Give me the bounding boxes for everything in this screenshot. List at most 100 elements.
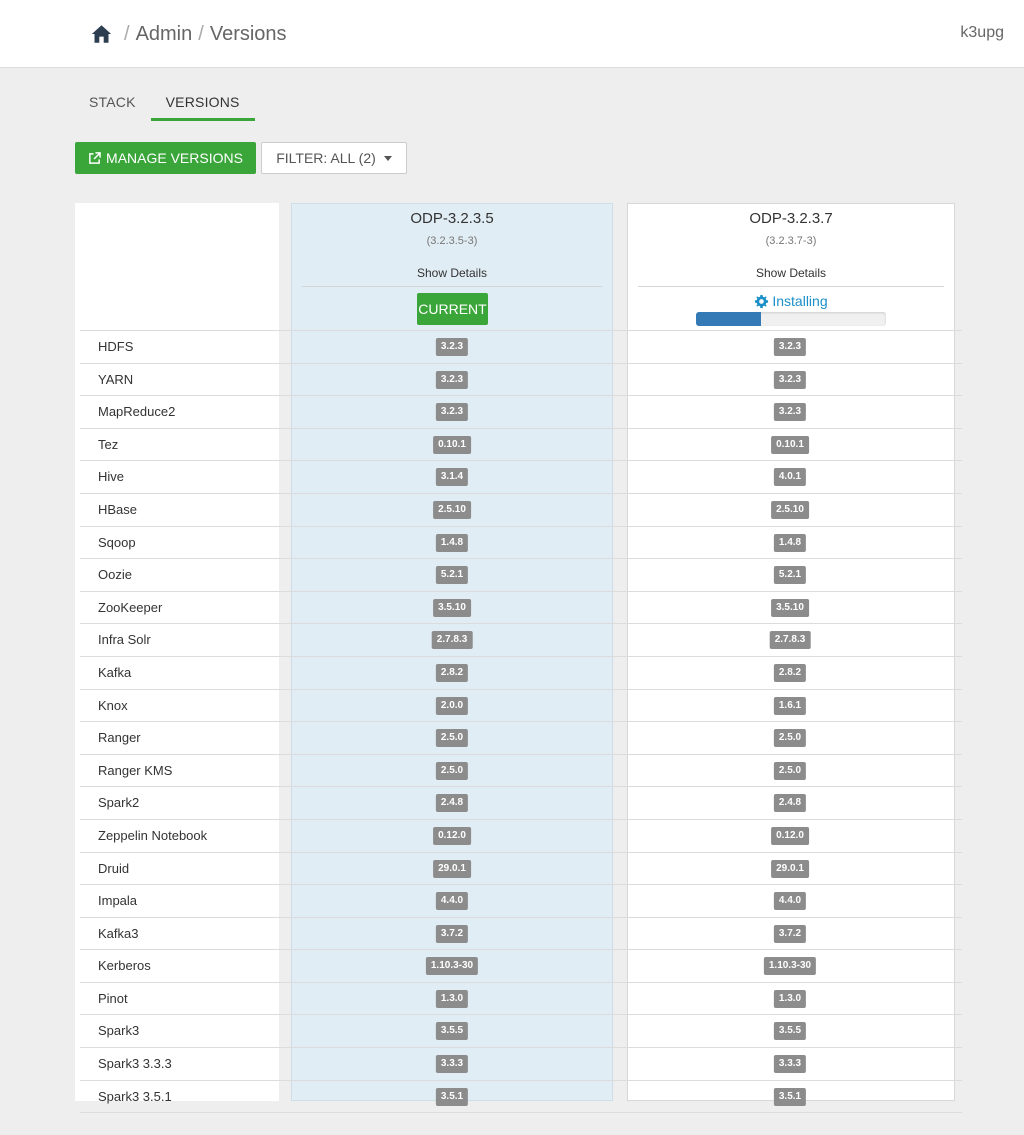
user-menu[interactable]: k3upg bbox=[960, 24, 1004, 42]
table-row: MapReduce2 3.2.3 3.2.3 bbox=[80, 395, 962, 428]
service-name: Spark3 3.5.1 bbox=[98, 1088, 172, 1104]
service-name: Spark2 bbox=[98, 795, 140, 811]
table-row: Kafka3 3.7.2 3.7.2 bbox=[80, 916, 962, 950]
table-row: Pinot 1.3.0 1.3.0 bbox=[80, 981, 962, 1015]
version-badge: 3.2.3 bbox=[773, 338, 807, 356]
gear-icon bbox=[755, 294, 769, 308]
breadcrumb-admin[interactable]: Admin bbox=[136, 23, 193, 46]
version-badge: 5.2.1 bbox=[435, 566, 469, 585]
version-badge: 3.5.10 bbox=[433, 598, 471, 617]
installing-label: Installing bbox=[772, 293, 828, 309]
table-row: Sqoop 1.4.8 1.4.8 bbox=[80, 525, 962, 559]
version-badge: 4.0.1 bbox=[773, 468, 807, 487]
installing-status[interactable]: Installing bbox=[628, 293, 954, 309]
version-badge: 3.3.3 bbox=[435, 1055, 469, 1074]
version-badge: 1.3.0 bbox=[773, 989, 807, 1008]
breadcrumb-separator: / bbox=[124, 22, 130, 45]
service-name: ZooKeeper bbox=[98, 599, 163, 615]
version-build: (3.2.3.7-3) bbox=[765, 235, 817, 247]
table-row: Spark3 3.3.3 3.3.3 3.3.3 bbox=[80, 1047, 962, 1080]
divider bbox=[638, 286, 944, 287]
service-name: YARN bbox=[98, 371, 134, 387]
breadcrumb: / Admin / Versions bbox=[91, 20, 287, 48]
version-badge: 3.5.5 bbox=[773, 1022, 807, 1041]
version-badge: 1.10.3-30 bbox=[425, 957, 479, 976]
version-badge: 2.5.10 bbox=[771, 500, 809, 519]
service-name: Hive bbox=[98, 469, 125, 485]
service-name: Kerberos bbox=[98, 958, 151, 974]
version-badge: 3.5.1 bbox=[435, 1087, 469, 1106]
table-row: Druid 29.0.1 29.0.1 bbox=[80, 851, 962, 885]
table-row: Hive 3.1.4 4.0.1 bbox=[80, 460, 962, 493]
version-badge: 2.5.10 bbox=[433, 500, 471, 519]
filter-dropdown[interactable]: FILTER: ALL (2) bbox=[261, 142, 407, 174]
breadcrumb-separator: / bbox=[198, 22, 204, 45]
service-name: Druid bbox=[98, 860, 130, 876]
version-badge: 3.7.2 bbox=[773, 924, 807, 943]
version-badge: 3.2.3 bbox=[773, 370, 807, 389]
version-badge: 5.2.1 bbox=[773, 566, 807, 585]
table-row: Knox 2.0.0 1.6.1 bbox=[80, 688, 962, 722]
breadcrumb-versions: Versions bbox=[209, 22, 287, 45]
version-badge: 3.1.4 bbox=[435, 468, 469, 487]
table-row: HBase 2.5.10 2.5.10 bbox=[80, 492, 962, 526]
home-icon[interactable] bbox=[91, 24, 112, 44]
version-badge: 4.4.0 bbox=[773, 892, 807, 911]
version-badge: 29.0.1 bbox=[771, 859, 809, 878]
service-name: Spark3 bbox=[98, 1023, 140, 1039]
version-badge: 2.5.0 bbox=[435, 761, 469, 780]
version-badge: 2.8.2 bbox=[773, 663, 807, 682]
service-name: MapReduce2 bbox=[98, 404, 176, 420]
version-badge: 2.0.0 bbox=[435, 696, 469, 715]
version-badge: 3.5.5 bbox=[435, 1022, 469, 1041]
version-badge: 3.3.3 bbox=[773, 1055, 807, 1074]
table-row: Kafka 2.8.2 2.8.2 bbox=[80, 655, 962, 689]
service-name: Sqoop bbox=[98, 534, 136, 550]
version-badge: 0.10.1 bbox=[771, 435, 809, 454]
table-row: Kerberos 1.10.3-30 1.10.3-30 bbox=[80, 949, 962, 982]
version-badge: 1.3.0 bbox=[435, 989, 469, 1008]
version-badge: 2.5.0 bbox=[773, 761, 807, 780]
tab-versions[interactable]: VERSIONS bbox=[150, 88, 255, 121]
tab-stack[interactable]: STACK bbox=[74, 88, 151, 121]
version-badge: 1.6.1 bbox=[773, 696, 807, 715]
version-badge: 0.10.1 bbox=[433, 435, 471, 454]
table-row: Impala 4.4.0 4.4.0 bbox=[80, 884, 962, 917]
table-row: Ranger 2.5.0 2.5.0 bbox=[80, 721, 962, 754]
table-row: Oozie 5.2.1 5.2.1 bbox=[80, 558, 962, 591]
version-badge: 3.7.2 bbox=[435, 924, 469, 943]
caret-down-icon bbox=[383, 155, 392, 161]
table-row: Spark3 3.5.5 3.5.5 bbox=[80, 1014, 962, 1047]
divider bbox=[302, 286, 602, 287]
version-name: ODP-3.2.3.5 bbox=[410, 210, 494, 227]
service-name: Spark3 3.3.3 bbox=[98, 1056, 172, 1072]
table-row: Zeppelin Notebook 0.12.0 0.12.0 bbox=[80, 818, 962, 852]
service-name: Zeppelin Notebook bbox=[98, 827, 208, 843]
version-badge: 3.5.1 bbox=[773, 1087, 807, 1106]
service-name: Ranger KMS bbox=[98, 762, 173, 778]
version-badge: 2.8.2 bbox=[435, 663, 469, 682]
version-build: (3.2.3.5-3) bbox=[426, 235, 478, 247]
version-name: ODP-3.2.3.7 bbox=[749, 210, 833, 227]
filter-label: FILTER: ALL (2) bbox=[276, 150, 376, 166]
version-badge: 1.4.8 bbox=[773, 533, 807, 552]
service-name: Knox bbox=[98, 697, 128, 713]
service-name: Kafka3 bbox=[98, 925, 139, 941]
install-progress-bar bbox=[696, 312, 886, 326]
version-badge: 2.5.0 bbox=[435, 729, 469, 748]
service-name: Impala bbox=[98, 893, 138, 909]
show-details-link[interactable]: Show Details bbox=[628, 266, 954, 280]
top-bar: / Admin / Versions k3upg bbox=[0, 0, 1024, 68]
service-name: HDFS bbox=[98, 339, 134, 354]
service-name: Kafka bbox=[98, 664, 132, 680]
service-name: Pinot bbox=[98, 990, 128, 1006]
table-row: Ranger KMS 2.5.0 2.5.0 bbox=[80, 753, 962, 787]
manage-versions-button[interactable]: MANAGE VERSIONS bbox=[75, 142, 256, 174]
service-name: Tez bbox=[98, 436, 119, 452]
version-badge: 3.2.3 bbox=[435, 403, 469, 422]
version-badge: 3.2.3 bbox=[773, 403, 807, 422]
table-row: ZooKeeper 3.5.10 3.5.10 bbox=[80, 590, 962, 624]
show-details-link[interactable]: Show Details bbox=[292, 266, 612, 280]
install-progress-fill bbox=[696, 312, 761, 326]
version-badge: 4.4.0 bbox=[435, 892, 469, 911]
